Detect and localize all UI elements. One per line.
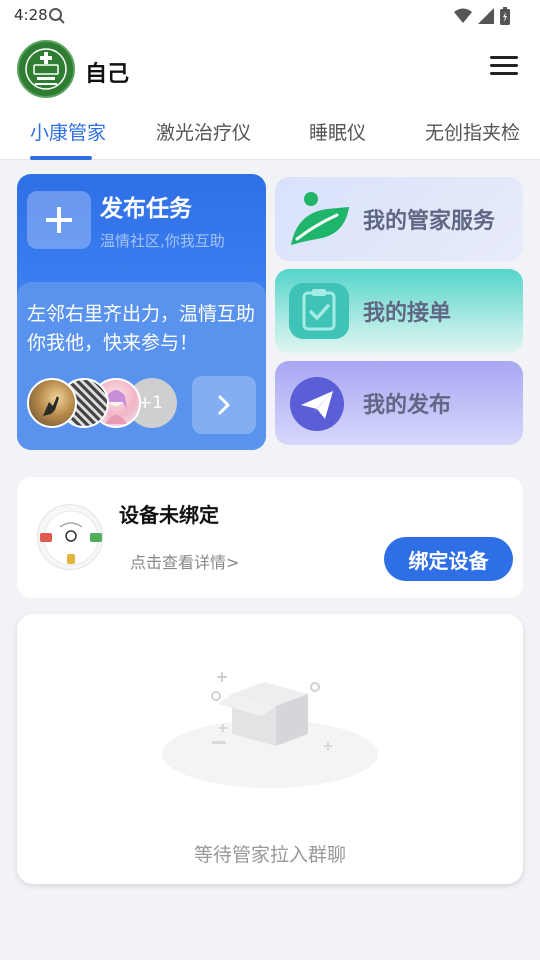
tab-active-indicator xyxy=(30,156,92,160)
search-icon xyxy=(49,8,65,24)
app-header: 自己 xyxy=(0,34,540,102)
chevron-right-icon[interactable] xyxy=(192,376,256,434)
device-binding-card: 设备未绑定 点击查看详情> 绑定设备 xyxy=(17,477,523,598)
my-orders-card[interactable]: 我的接单 xyxy=(275,269,523,353)
group-chat-card: 等待管家拉入群聊 xyxy=(17,614,523,884)
tab-bar: 小康管家 激光治疗仪 睡眠仪 无创指夹检 xyxy=(0,102,540,160)
tab-fingertip-monitor[interactable]: 无创指夹检 xyxy=(425,118,520,145)
publish-inner-panel: 左邻右里齐出力，温情互助你我他，快来参与！ +1 xyxy=(17,282,266,450)
paper-plane-icon xyxy=(290,377,344,431)
bind-device-button[interactable]: 绑定设备 xyxy=(384,537,513,581)
status-time: 4:28 xyxy=(14,6,48,24)
wifi-icon xyxy=(454,8,472,23)
clipboard-check-icon xyxy=(289,283,349,339)
signal-icon xyxy=(478,8,494,24)
my-orders-label: 我的接单 xyxy=(363,301,452,326)
page-title: 自己 xyxy=(85,62,130,87)
hamburger-menu-icon[interactable] xyxy=(490,56,518,78)
tab-sleep-device[interactable]: 睡眠仪 xyxy=(309,118,366,145)
tab-laser-therapy[interactable]: 激光治疗仪 xyxy=(156,118,251,145)
publish-task-card[interactable]: 发布任务 温情社区,你我互助 左邻右里齐出力，温情互助你我他，快来参与！ +1 xyxy=(17,174,266,450)
publish-description: 左邻右里齐出力，温情互助你我他，快来参与！ xyxy=(27,303,256,354)
device-status-title: 设备未绑定 xyxy=(119,503,219,527)
avatar xyxy=(27,378,77,428)
brand-emblem xyxy=(25,48,67,90)
battery-icon xyxy=(500,7,510,25)
my-butler-service-label: 我的管家服务 xyxy=(363,209,496,234)
publish-subtitle: 温情社区,你我互助 xyxy=(100,232,225,250)
status-icons xyxy=(454,7,510,25)
brand-logo-icon[interactable] xyxy=(17,40,75,98)
empty-group-text: 等待管家拉入群聊 xyxy=(193,844,346,866)
device-detail-link[interactable]: 点击查看详情> xyxy=(130,549,239,573)
my-butler-service-card[interactable]: 我的管家服务 xyxy=(275,177,523,261)
tab-xiaokang-butler[interactable]: 小康管家 xyxy=(30,118,106,145)
device-watch-icon xyxy=(37,504,103,570)
my-posts-label: 我的发布 xyxy=(363,393,452,418)
publish-title: 发布任务 xyxy=(100,196,192,222)
leaf-icon xyxy=(291,192,349,245)
participant-avatars: +1 xyxy=(27,378,187,430)
status-bar: 4:28 xyxy=(0,0,540,34)
plus-icon[interactable] xyxy=(27,191,91,249)
empty-box-icon xyxy=(162,672,378,788)
my-posts-card[interactable]: 我的发布 xyxy=(275,361,523,445)
